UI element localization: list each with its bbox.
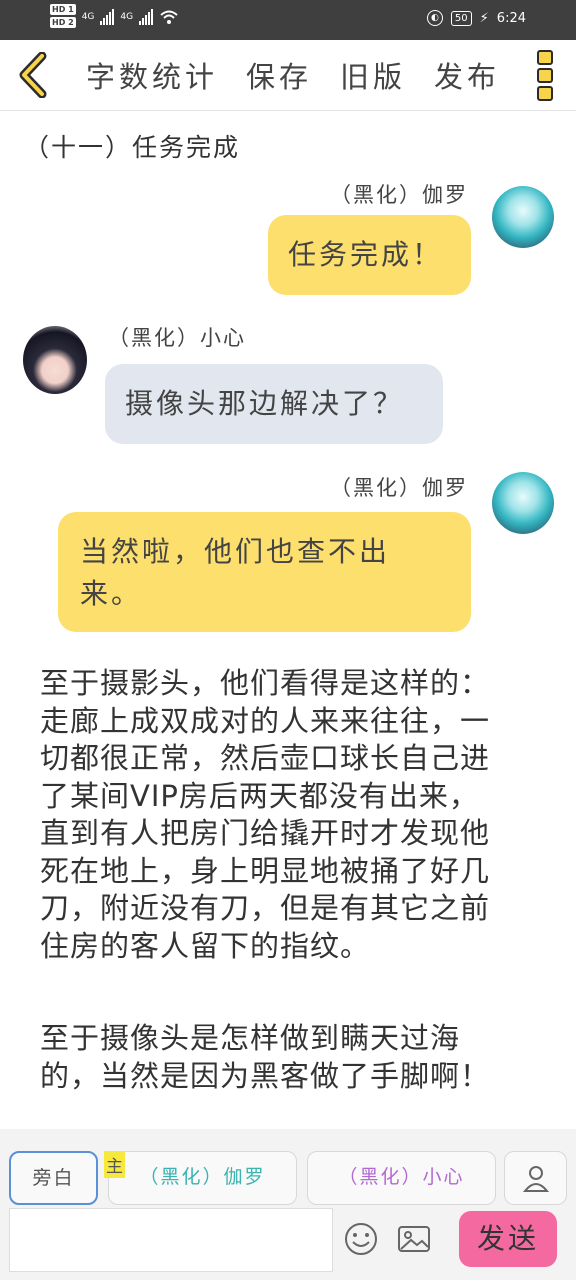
send-button[interactable]: 发送 [459, 1211, 557, 1267]
image-icon [398, 1226, 430, 1252]
wifi-icon [160, 10, 178, 24]
user-icon [522, 1166, 549, 1192]
signal-icon [100, 9, 115, 25]
speaker-name: （黑化）伽罗 [330, 183, 468, 205]
main-role-tag: 主 [104, 1151, 125, 1178]
chevron-left-icon [19, 51, 47, 99]
save-button[interactable]: 保存 [246, 54, 312, 96]
avatar[interactable] [492, 186, 554, 248]
message-bubble[interactable]: 摄像头那边解决了？ [105, 364, 443, 444]
signal-icon [139, 9, 154, 25]
battery-level: 50 [450, 10, 472, 26]
composer-bar: 旁白 （黑化）伽罗 主 （黑化）小心 发送 [0, 1129, 576, 1280]
message-bubble[interactable]: 当然啦，他们也查不出 来。 [58, 512, 471, 632]
word-count-button[interactable]: 字数统计 [86, 54, 218, 96]
more-menu-icon[interactable] [532, 50, 558, 102]
narrator-button[interactable]: 旁白 [9, 1151, 98, 1205]
network-type-1: 4G [81, 12, 95, 22]
chapter-title: （十一）任务完成 [24, 133, 241, 162]
charging-icon: ⚡ [479, 10, 489, 26]
message-bubble[interactable]: 任务完成！ [268, 215, 471, 295]
clock: 6:24 [496, 10, 526, 26]
add-role-button[interactable] [504, 1151, 567, 1205]
role-button-xiaoxin[interactable]: （黑化）小心 [307, 1151, 496, 1205]
image-button[interactable] [396, 1221, 432, 1257]
nfc-icon: ◐ [426, 10, 443, 26]
top-toolbar: 字数统计 保存 旧版 发布 [0, 40, 576, 111]
narration-paragraph[interactable]: 至于摄像头是怎样做到瞒天过海 的，当然是因为黑客做了手脚啊！ [40, 1020, 550, 1095]
role-button-jialuo[interactable]: （黑化）伽罗 [108, 1151, 297, 1205]
speaker-name: （黑化）小心 [108, 326, 246, 350]
speaker-name: （黑化）伽罗 [330, 476, 468, 500]
old-version-button[interactable]: 旧版 [340, 54, 406, 96]
network-type-2: 4G [120, 12, 134, 22]
narration-paragraph[interactable]: 至于摄影头，他们看得是这样的： 走廊上成双成对的人来来往往，一 切都很正常，然后… [40, 665, 550, 965]
status-bar: HD 1 HD 2 4G 4G ◐ 50 ⚡ 6:24 [0, 0, 576, 40]
emoji-button[interactable] [343, 1221, 379, 1257]
hd-indicator: HD 1 HD 2 [50, 4, 76, 28]
message-input[interactable] [9, 1208, 333, 1272]
smiley-icon [345, 1223, 377, 1255]
avatar[interactable] [23, 326, 87, 394]
back-button[interactable] [14, 51, 58, 99]
publish-button[interactable]: 发布 [434, 54, 500, 96]
avatar[interactable] [492, 472, 554, 534]
